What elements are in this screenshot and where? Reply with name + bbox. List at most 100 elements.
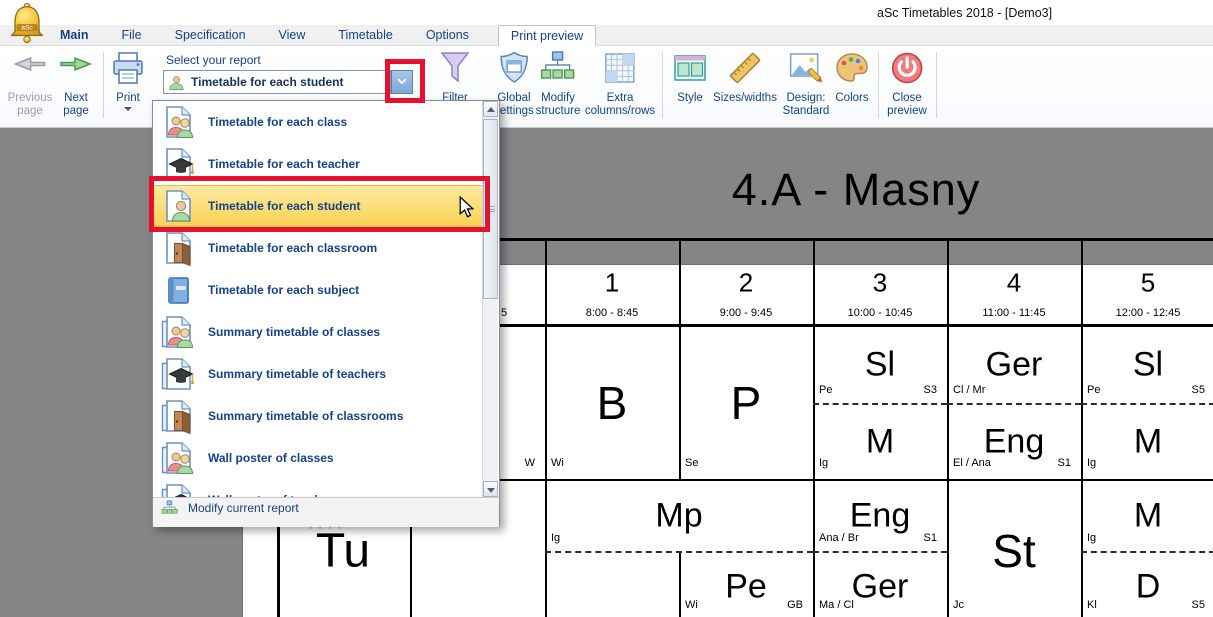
ruler-icon bbox=[726, 50, 764, 90]
next-page-label: page bbox=[57, 105, 95, 118]
asc-bell-logo[interactable]: aSc bbox=[4, 1, 50, 47]
dropdown-item-1[interactable]: Timetable for each class bbox=[153, 101, 484, 143]
window-title: aSc Timetables 2018 - [Demo3] bbox=[877, 6, 1052, 20]
previous-page-label: Previous bbox=[8, 92, 53, 105]
print-label: Print bbox=[109, 92, 147, 105]
sizes-widths-button[interactable]: Sizes/widths bbox=[713, 50, 777, 105]
menu-bar: Main File Specification View Timetable Option… bbox=[0, 25, 1213, 46]
menu-tab-main[interactable]: Main bbox=[54, 28, 94, 42]
student-icon bbox=[168, 74, 185, 91]
modify-report-icon bbox=[161, 500, 178, 517]
printer-icon bbox=[109, 50, 147, 90]
sizes-widths-label: Sizes/widths bbox=[713, 92, 777, 105]
design-pencil-icon bbox=[787, 50, 825, 90]
modify-structure-label: Modify bbox=[536, 92, 581, 105]
dropdown-item-7[interactable]: Summary timetable of teachers bbox=[153, 353, 484, 395]
extra-columns-rows-label: Extra bbox=[585, 92, 655, 105]
annotation-box-dropdown-button bbox=[385, 59, 425, 103]
report-combobox-value: Timetable for each student bbox=[191, 75, 343, 89]
annotation-box-selected-item bbox=[149, 176, 490, 232]
print-menu-caret-icon bbox=[124, 107, 132, 111]
style-label: Style bbox=[671, 92, 709, 105]
design-standard-label: Design: bbox=[783, 92, 830, 105]
dropdown-item-label: Summary timetable of teachers bbox=[208, 367, 386, 381]
arrow-up-icon bbox=[487, 107, 495, 112]
org-chart-icon bbox=[539, 50, 577, 90]
toolbar-separator bbox=[878, 52, 879, 118]
report-dropdown-panel: Timetable for each class Timetable for ea… bbox=[152, 100, 500, 527]
toolbar-separator bbox=[936, 52, 937, 118]
prev-arrow-icon bbox=[11, 50, 49, 90]
global-settings-label: Global bbox=[494, 92, 534, 105]
extra-columns-rows-button[interactable]: Extracolumns/rows bbox=[585, 50, 655, 118]
style-panels-icon bbox=[671, 50, 709, 90]
modify-current-report-label: Modify current report bbox=[188, 501, 299, 515]
modify-structure-button[interactable]: Modifystructure bbox=[536, 50, 581, 118]
next-page-button[interactable]: Nextpage bbox=[57, 50, 95, 118]
wall-teachers-icon bbox=[160, 482, 196, 497]
next-arrow-icon bbox=[57, 50, 95, 90]
toolbar-separator bbox=[103, 52, 104, 118]
funnel-icon bbox=[436, 50, 474, 90]
dropdown-item-label: Summary timetable of classrooms bbox=[208, 409, 403, 423]
dropdown-item-5[interactable]: Timetable for each subject bbox=[153, 269, 484, 311]
dropdown-scrollbar[interactable] bbox=[482, 101, 498, 497]
menu-tab-options[interactable]: Options bbox=[420, 28, 475, 42]
summary-teachers-icon bbox=[160, 356, 196, 392]
close-preview-button[interactable]: Closepreview bbox=[887, 50, 927, 118]
mouse-cursor-icon bbox=[459, 196, 474, 223]
toolbar-separator bbox=[662, 52, 663, 118]
next-page-label: Next bbox=[57, 92, 95, 105]
dropdown-item-10[interactable]: Wall poster of teachers bbox=[153, 479, 484, 497]
filter-button[interactable]: Filter bbox=[436, 50, 474, 105]
dropdown-item-label: Timetable for each teacher bbox=[208, 157, 360, 171]
power-icon bbox=[888, 50, 926, 90]
grid-icon bbox=[601, 50, 639, 90]
extra-columns-rows-label: columns/rows bbox=[585, 105, 655, 118]
close-preview-label: Close bbox=[887, 92, 927, 105]
colors-label: Colors bbox=[833, 92, 871, 105]
design-standard-button[interactable]: Design:Standard bbox=[783, 50, 830, 118]
dropdown-resize-grip[interactable]: • • • • bbox=[153, 518, 499, 527]
menu-tab-timetable[interactable]: Timetable bbox=[332, 28, 398, 42]
design-standard-label: Standard bbox=[783, 105, 830, 118]
dropdown-item-4[interactable]: Timetable for each classroom bbox=[153, 227, 484, 269]
previous-page-label: page bbox=[8, 105, 53, 118]
arrow-down-icon bbox=[487, 488, 495, 493]
app-window: aSc Timetables 2018 - [Demo3] aSc Main Fi… bbox=[0, 0, 1213, 617]
style-button[interactable]: Style bbox=[671, 50, 709, 105]
close-preview-label: preview bbox=[887, 105, 927, 118]
select-report-label: Select your report bbox=[166, 53, 261, 67]
print-button[interactable]: Print bbox=[109, 50, 147, 111]
title-bar: aSc Timetables 2018 - [Demo3] bbox=[0, 0, 1213, 25]
wall-classes-icon bbox=[160, 440, 196, 476]
scroll-up-button[interactable] bbox=[483, 101, 498, 117]
dropdown-item-label: Timetable for each classroom bbox=[208, 241, 377, 255]
modify-structure-label: structure bbox=[536, 105, 581, 118]
class-report-icon bbox=[160, 104, 196, 140]
subject-report-icon bbox=[160, 272, 196, 308]
report-combobox[interactable]: Timetable for each student bbox=[163, 70, 391, 94]
global-settings-label: settings bbox=[494, 105, 534, 118]
menu-tab-specification[interactable]: Specification bbox=[169, 28, 252, 42]
modify-current-report[interactable]: Modify current report bbox=[153, 497, 499, 518]
palette-icon bbox=[833, 50, 871, 90]
tab-print-preview[interactable]: Print preview bbox=[498, 25, 596, 46]
scroll-down-button[interactable] bbox=[483, 481, 498, 497]
colors-button[interactable]: Colors bbox=[833, 50, 871, 105]
previous-page-button: Previouspage bbox=[8, 50, 53, 118]
dropdown-item-label: Wall poster of classes bbox=[208, 451, 334, 465]
classroom-report-icon bbox=[160, 230, 196, 266]
dropdown-item-label: Timetable for each subject bbox=[208, 283, 359, 297]
dropdown-item-label: Summary timetable of classes bbox=[208, 325, 380, 339]
dropdown-item-9[interactable]: Wall poster of classes bbox=[153, 437, 484, 479]
menu-tab-view[interactable]: View bbox=[273, 28, 312, 42]
global-settings-button[interactable]: Globalsettings bbox=[494, 50, 534, 118]
summary-classes-icon bbox=[160, 314, 196, 350]
dropdown-item-8[interactable]: Summary timetable of classrooms bbox=[153, 395, 484, 437]
dropdown-item-6[interactable]: Summary timetable of classes bbox=[153, 311, 484, 353]
shield-settings-icon bbox=[495, 50, 533, 90]
summary-classrooms-icon bbox=[160, 398, 196, 434]
dropdown-item-label: Timetable for each class bbox=[208, 115, 347, 129]
menu-tab-file[interactable]: File bbox=[115, 28, 147, 42]
